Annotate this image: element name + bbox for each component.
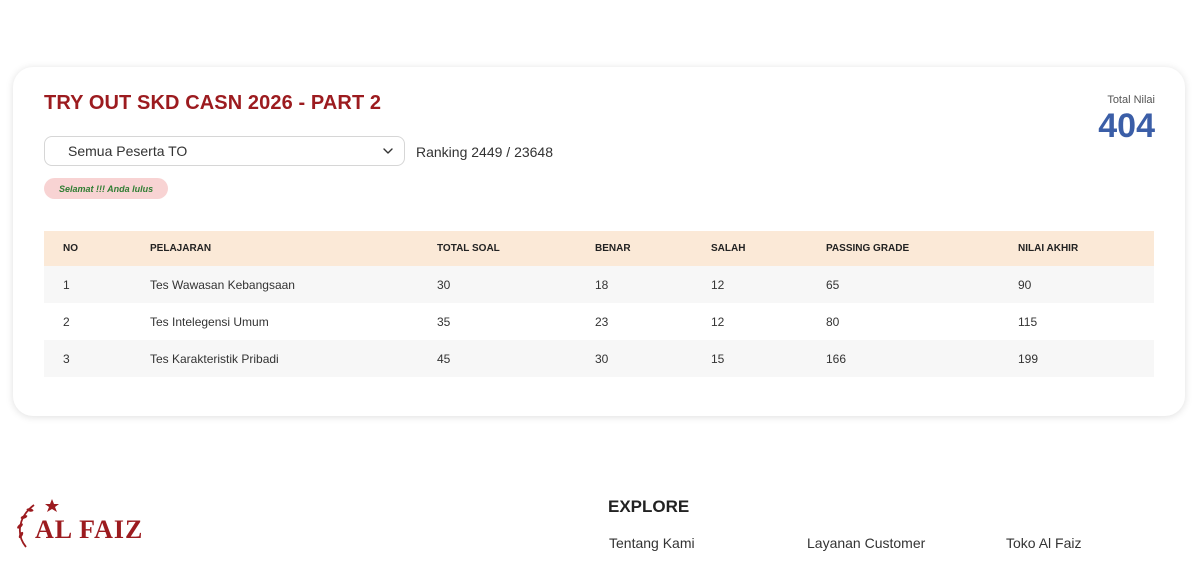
table-cell: 18 bbox=[595, 277, 609, 292]
participant-filter-select[interactable]: Semua Peserta TO bbox=[44, 136, 405, 166]
table-cell: 15 bbox=[711, 351, 725, 366]
column-header: PASSING GRADE bbox=[826, 243, 910, 254]
column-header: SALAH bbox=[711, 243, 746, 254]
table-cell: 35 bbox=[437, 314, 451, 329]
table-cell: 90 bbox=[1018, 277, 1032, 292]
table-cell: 80 bbox=[826, 314, 840, 329]
column-header: PELAJARAN bbox=[150, 243, 212, 254]
column-header: NILAI AKHIR bbox=[1018, 243, 1079, 254]
table-cell: 45 bbox=[437, 351, 451, 366]
logo-text: AL FAIZ bbox=[35, 515, 144, 544]
score-table: NO PELAJARAN TOTAL SOAL BENAR SALAH PASS… bbox=[44, 231, 1154, 377]
result-card: TRY OUT SKD CASN 2026 - PART 2 Total Nil… bbox=[13, 67, 1185, 416]
table-cell: 65 bbox=[826, 277, 840, 292]
footer-link-toko-al-faiz[interactable]: Toko Al Faiz bbox=[1006, 535, 1081, 551]
table-cell: 2 bbox=[63, 314, 70, 329]
page-title: TRY OUT SKD CASN 2026 - PART 2 bbox=[44, 92, 382, 114]
table-cell: Tes Intelegensi Umum bbox=[150, 314, 269, 329]
al-faiz-logo[interactable]: AL FAIZ bbox=[12, 497, 162, 553]
participant-filter-value: Semua Peserta TO bbox=[68, 143, 188, 159]
footer-link-layanan-customer[interactable]: Layanan Customer bbox=[807, 535, 925, 551]
table-row: 1 Tes Wawasan Kebangsaan 30 18 12 65 90 bbox=[44, 266, 1154, 303]
table-cell: 12 bbox=[711, 277, 725, 292]
ranking-text: Ranking 2449 / 23648 bbox=[416, 144, 553, 160]
table-cell: 166 bbox=[826, 351, 847, 366]
table-row: 3 Tes Karakteristik Pribadi 45 30 15 166… bbox=[44, 340, 1154, 377]
table-header-row: NO PELAJARAN TOTAL SOAL BENAR SALAH PASS… bbox=[44, 231, 1154, 266]
total-score-value: 404 bbox=[1098, 107, 1155, 145]
footer-link-tentang-kami[interactable]: Tentang Kami bbox=[609, 535, 695, 551]
column-header: NO bbox=[63, 243, 78, 254]
table-cell: Tes Wawasan Kebangsaan bbox=[150, 277, 295, 292]
table-cell: 12 bbox=[711, 314, 725, 329]
table-cell: 30 bbox=[595, 351, 609, 366]
table-cell: 23 bbox=[595, 314, 609, 329]
table-cell: 199 bbox=[1018, 351, 1039, 366]
table-cell: 1 bbox=[63, 277, 70, 292]
column-header: TOTAL SOAL bbox=[437, 243, 500, 254]
table-cell: Tes Karakteristik Pribadi bbox=[150, 351, 279, 366]
table-cell: 3 bbox=[63, 351, 70, 366]
explore-heading: EXPLORE bbox=[608, 497, 690, 516]
chevron-down-icon bbox=[383, 148, 393, 154]
table-cell: 115 bbox=[1018, 314, 1038, 329]
table-row: 2 Tes Intelegensi Umum 35 23 12 80 115 bbox=[44, 303, 1154, 340]
column-header: BENAR bbox=[595, 243, 631, 254]
total-score-label: Total Nilai bbox=[1107, 94, 1155, 106]
status-badge: Selamat !!! Anda lulus bbox=[44, 178, 169, 199]
table-cell: 30 bbox=[437, 277, 451, 292]
